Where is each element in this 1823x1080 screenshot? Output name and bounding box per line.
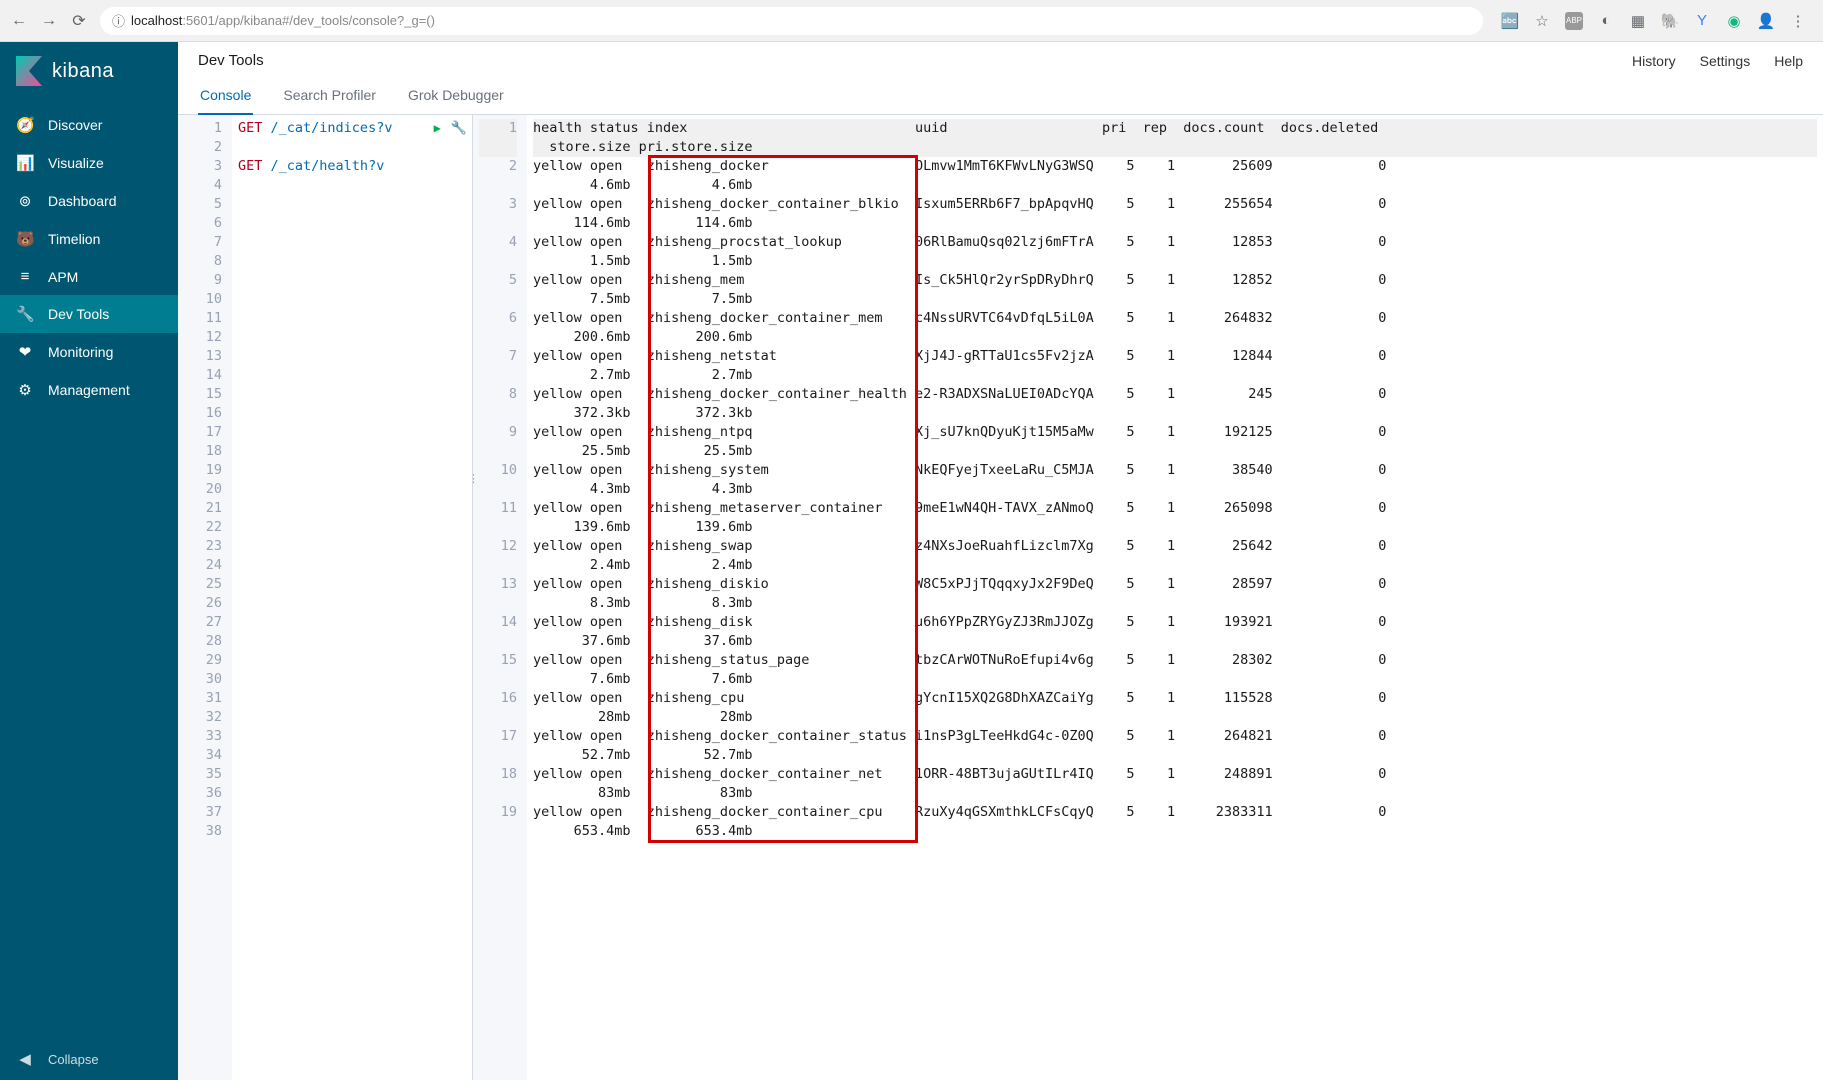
sidebar-item-apm[interactable]: ≡ APM	[0, 258, 178, 295]
table-row: yellow open zhisheng_metaserver_containe…	[533, 499, 1817, 537]
response-output[interactable]: health status index uuid pri rep docs.co…	[527, 115, 1823, 1080]
profile-icon[interactable]: 👤	[1757, 12, 1775, 30]
table-row: yellow open zhisheng_system NkEQFyejTxee…	[533, 461, 1817, 499]
nav-icon: ≡	[16, 268, 34, 285]
table-row: yellow open zhisheng_procstat_lookup 06R…	[533, 233, 1817, 271]
tab-console[interactable]: Console	[198, 79, 253, 115]
forward-button[interactable]: →	[40, 12, 58, 30]
translate-icon[interactable]: 🔤	[1501, 12, 1519, 30]
nav-label: Visualize	[48, 155, 104, 171]
nav-icon: 📊	[16, 154, 34, 172]
table-row: yellow open zhisheng_disk u6h6YPpZRYGyZJ…	[533, 613, 1817, 651]
browser-toolbar: ← → ⟳ ⓘ localhost:5601/app/kibana#/dev_t…	[0, 0, 1823, 42]
request-pane[interactable]: 1234567891011121314151617181920212223242…	[178, 115, 473, 1080]
sidebar-item-monitoring[interactable]: ❤ Monitoring	[0, 333, 178, 371]
url-host: localhost	[131, 13, 182, 28]
tabs: Console Search Profiler Grok Debugger	[178, 69, 1823, 115]
main-content: Dev Tools History Settings Help Console Sea…	[178, 42, 1823, 1080]
tab-search-profiler[interactable]: Search Profiler	[281, 79, 378, 115]
table-row: yellow open zhisheng_docker_container_me…	[533, 309, 1817, 347]
table-row: yellow open zhisheng_docker_container_cp…	[533, 803, 1817, 841]
request-options-button[interactable]: 🔧	[451, 119, 467, 138]
info-icon: ⓘ	[112, 11, 125, 30]
response-pane: ⋮ 12345678910111213141516171819 health s…	[473, 115, 1823, 1080]
kibana-logo-icon	[16, 56, 42, 86]
ext-icon-4[interactable]: ◉	[1725, 12, 1743, 30]
bookmark-icon[interactable]: ☆	[1533, 12, 1551, 30]
back-button[interactable]: ←	[10, 12, 28, 30]
nav-label: Discover	[48, 117, 102, 133]
table-row: yellow open zhisheng_ntpq Xj_sU7knQDyuKj…	[533, 423, 1817, 461]
address-bar[interactable]: ⓘ localhost:5601/app/kibana#/dev_tools/c…	[100, 7, 1483, 35]
nav-label: Monitoring	[48, 344, 113, 360]
nav-label: Management	[48, 382, 130, 398]
url-path: /app/kibana#/dev_tools/console?_g=()	[215, 13, 435, 28]
table-row: yellow open zhisheng_status_page tbzCArW…	[533, 651, 1817, 689]
table-row: yellow open zhisheng_docker OLmvw1MmT6KF…	[533, 157, 1817, 195]
nav-label: Timelion	[48, 231, 100, 247]
header-link-settings[interactable]: Settings	[1700, 53, 1751, 69]
nav-icon: ❤	[16, 343, 34, 361]
extensions-area: 🔤 ☆ ABP ◐ ▦ 🐘 Y ◉ 👤 ⋮	[1495, 12, 1813, 30]
nav-label: Dashboard	[48, 193, 117, 209]
sidebar-item-visualize[interactable]: 📊 Visualize	[0, 144, 178, 182]
nav-icon: 🔧	[16, 305, 34, 323]
collapse-icon: ◀	[16, 1050, 34, 1068]
nav-icon: 🐻	[16, 230, 34, 248]
nav-label: APM	[48, 269, 78, 285]
table-row: yellow open zhisheng_diskio W8C5xPJjTQqq…	[533, 575, 1817, 613]
request-gutter: 1234567891011121314151617181920212223242…	[178, 115, 232, 1080]
page-title: Dev Tools	[198, 52, 1632, 69]
menu-icon[interactable]: ⋮	[1789, 12, 1807, 30]
tab-grok-debugger[interactable]: Grok Debugger	[406, 79, 506, 115]
nav-icon: ⊚	[16, 192, 34, 210]
table-row: yellow open zhisheng_mem Is_Ck5HlQr2yrSp…	[533, 271, 1817, 309]
response-gutter: 12345678910111213141516171819	[473, 115, 527, 1080]
pane-resize-handle[interactable]: ⋮	[473, 469, 479, 488]
url-port: :5601	[182, 13, 215, 28]
ext-icon-3[interactable]: Y	[1693, 12, 1711, 30]
sidebar-item-dev-tools[interactable]: 🔧 Dev Tools	[0, 295, 178, 333]
evernote-icon[interactable]: 🐘	[1661, 12, 1679, 30]
send-request-button[interactable]: ▶	[434, 119, 441, 138]
kibana-logo-text: kibana	[52, 60, 114, 83]
table-row: yellow open zhisheng_docker_container_he…	[533, 385, 1817, 423]
abp-icon[interactable]: ABP	[1565, 12, 1583, 30]
reload-button[interactable]: ⟳	[70, 12, 88, 30]
collapse-button[interactable]: ◀ Collapse	[0, 1038, 178, 1080]
kibana-logo[interactable]: kibana	[0, 42, 178, 106]
ext-icon-2[interactable]: ▦	[1629, 12, 1647, 30]
table-row: yellow open zhisheng_cpu gYcnI15XQ2G8DhX…	[533, 689, 1817, 727]
nav-label: Dev Tools	[48, 306, 109, 322]
table-row: yellow open zhisheng_docker_container_st…	[533, 727, 1817, 765]
request-editor[interactable]: GET /_cat/indices?v GET /_cat/health?v	[232, 115, 472, 1080]
ext-icon-1[interactable]: ◐	[1597, 12, 1615, 30]
table-row: yellow open zhisheng_docker_container_ne…	[533, 765, 1817, 803]
sidebar-item-dashboard[interactable]: ⊚ Dashboard	[0, 182, 178, 220]
nav-icon: 🧭	[16, 116, 34, 134]
header-link-help[interactable]: Help	[1774, 53, 1803, 69]
sidebar-item-discover[interactable]: 🧭 Discover	[0, 106, 178, 144]
table-row: yellow open zhisheng_netstat XjJ4J-gRTTa…	[533, 347, 1817, 385]
sidebar-item-timelion[interactable]: 🐻 Timelion	[0, 220, 178, 258]
table-row: yellow open zhisheng_swap z4NXsJoeRuahfL…	[533, 537, 1817, 575]
nav-icon: ⚙	[16, 381, 34, 399]
sidebar: kibana 🧭 Discover 📊 Visualize ⊚ Dashboard 🐻 Tim…	[0, 42, 178, 1080]
collapse-label: Collapse	[48, 1052, 99, 1067]
header-link-history[interactable]: History	[1632, 53, 1676, 69]
sidebar-item-management[interactable]: ⚙ Management	[0, 371, 178, 409]
table-row: yellow open zhisheng_docker_container_bl…	[533, 195, 1817, 233]
